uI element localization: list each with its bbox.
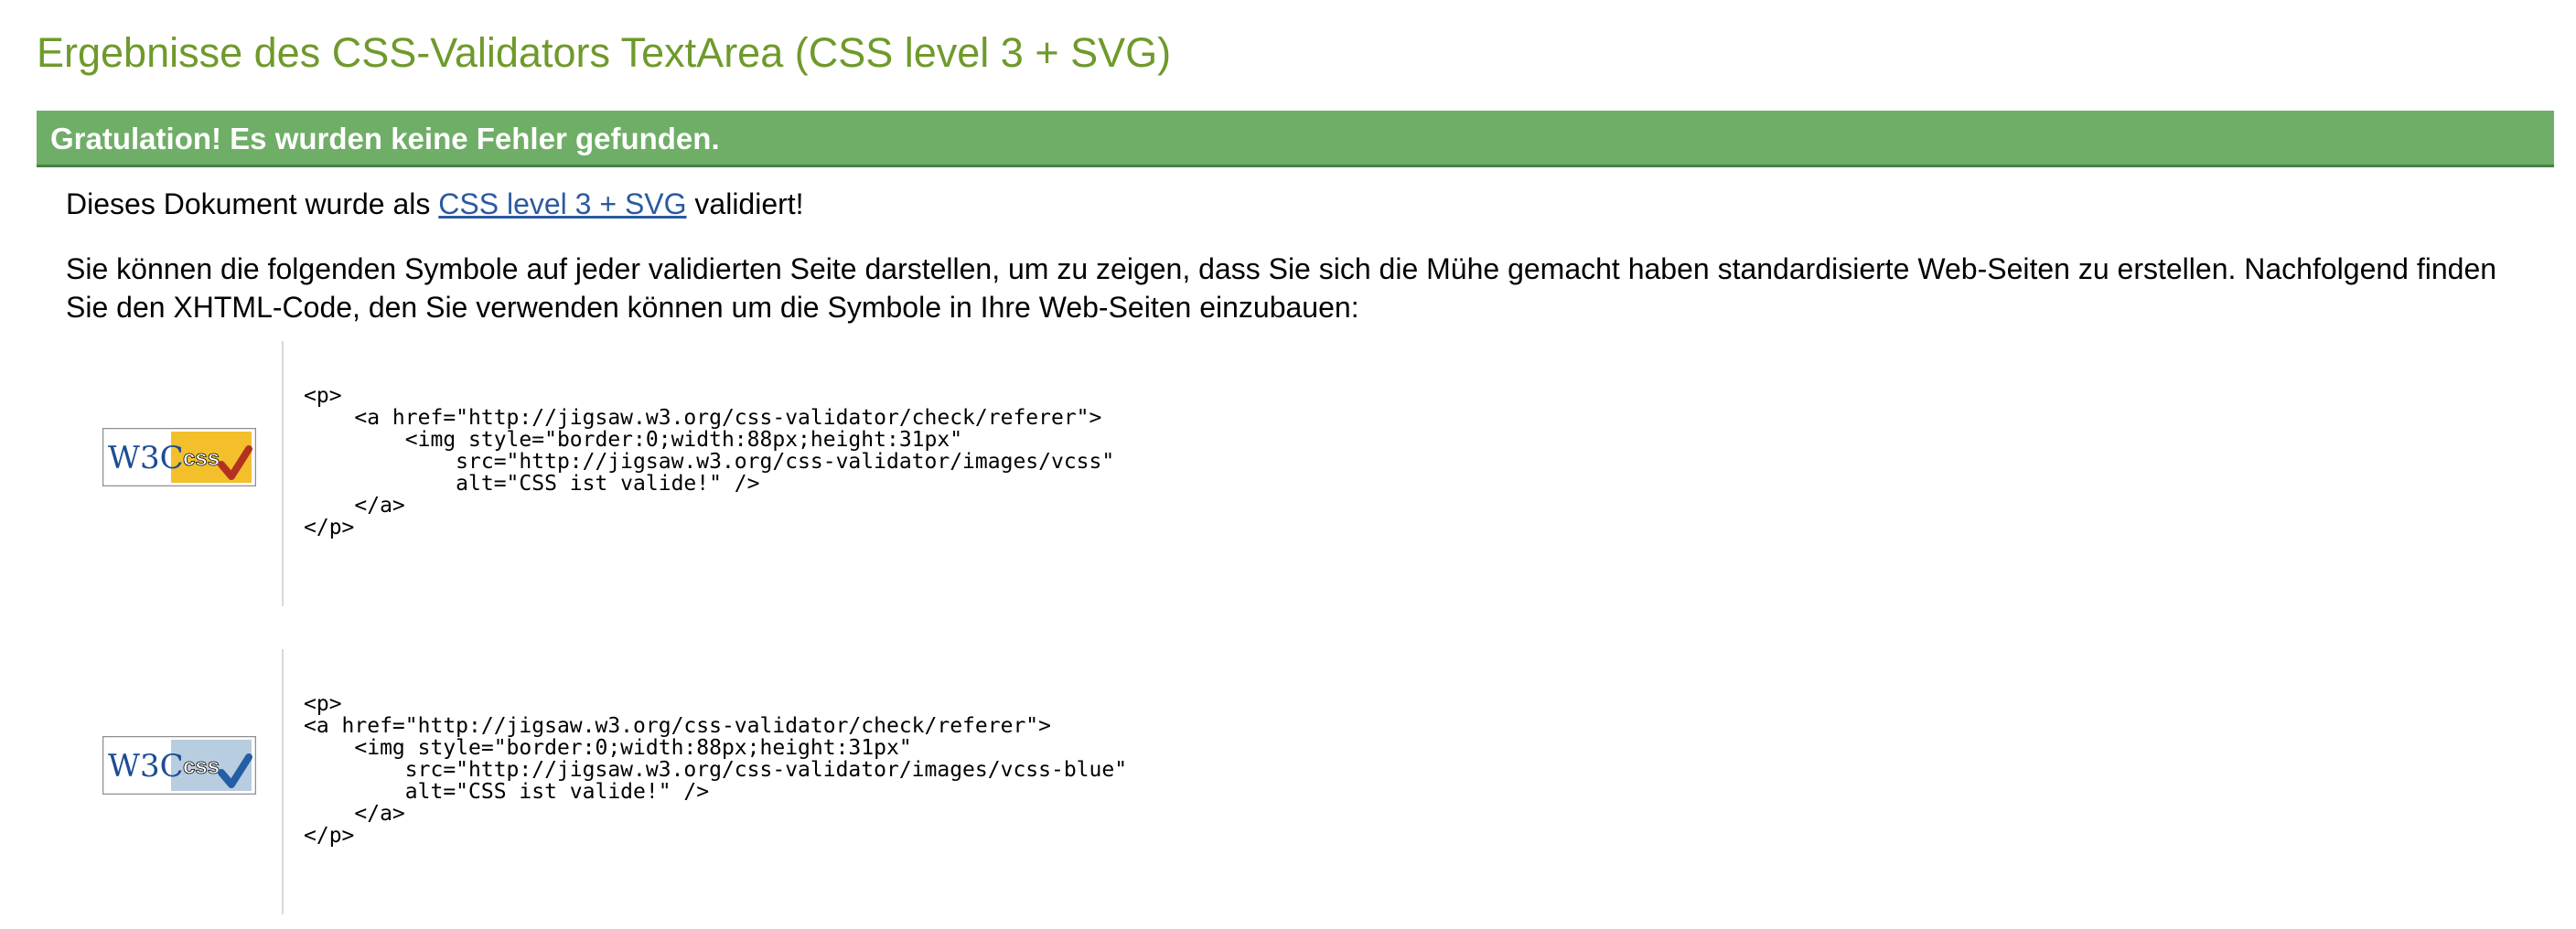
validation-suffix: validiert!: [686, 187, 804, 220]
intro-paragraph: Sie können die folgenden Symbole auf jed…: [66, 252, 2497, 324]
validation-prefix: Dieses Dokument wurde als: [66, 187, 439, 220]
css-level-link[interactable]: CSS level 3 + SVG: [438, 187, 686, 220]
success-banner: Gratulation! Es wurden keine Fehler gefu…: [37, 111, 2554, 167]
badge-cell: W3C css: [66, 341, 282, 606]
page-title: Ergebnisse des CSS-Validators TextArea (…: [37, 29, 1172, 76]
badge-block-gold: W3C css <p> <a href="http://jigsaw.w3.or…: [66, 341, 2536, 606]
badge-code-snippet: <p> <a href="http://jigsaw.w3.org/css-va…: [304, 692, 1128, 848]
code-divider: [282, 341, 284, 606]
w3c-logo-text: W3C: [108, 748, 184, 785]
w3c-logo-text: W3C: [108, 440, 184, 476]
success-message: Gratulation! Es wurden keine Fehler gefu…: [50, 122, 720, 155]
badge-block-blue: W3C css <p> <a href="http://jigsaw.w3.or…: [66, 649, 2536, 914]
badge-code-snippet: <p> <a href="http://jigsaw.w3.org/css-va…: [304, 384, 1115, 539]
w3c-css-valid-badge-gold[interactable]: W3C css: [102, 428, 256, 486]
badge-label: css: [183, 446, 220, 471]
w3c-css-valid-badge-blue[interactable]: W3C css: [102, 736, 256, 795]
validation-status: Dieses Dokument wurde als CSS level 3 + …: [66, 183, 804, 225]
code-divider: [282, 649, 284, 914]
badge-cell: W3C css: [66, 649, 282, 914]
badge-label: css: [183, 754, 220, 779]
